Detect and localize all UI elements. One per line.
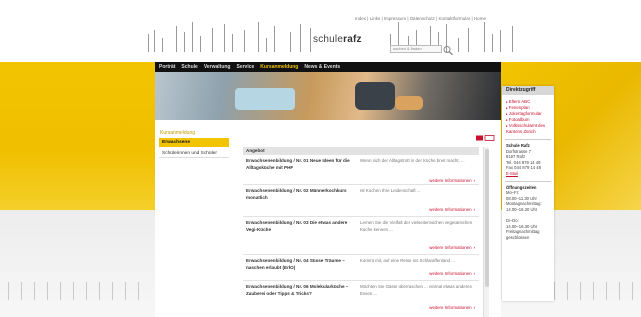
toplink-impressum[interactable]: Impressum (384, 16, 406, 21)
top-links: Index | Links | Impressum | Datenschutz … (355, 16, 486, 21)
course-title[interactable]: Erwachsenenbildung / Nr. 06 Molekularküc… (246, 284, 358, 297)
arrow-right-icon: › (473, 245, 475, 250)
direktzugriff-box: Direktzugriff ▸Eltern ABC ▸Ferienplan ▸J… (502, 86, 554, 301)
course-description: Lernen Sie die Vielfalt der vielseitemsi… (360, 220, 473, 232)
course-title[interactable]: Erwachsenenbildung / Nr. 02 Männerkochku… (246, 188, 358, 201)
pdf-icon[interactable] (484, 135, 495, 141)
more-info-link[interactable]: weitere Informationen › (429, 207, 475, 212)
sidebar-item-erwachsene[interactable]: Erwachsene (159, 138, 229, 147)
search-icon (443, 46, 453, 56)
direktzugriff-heading: Direktzugriff (502, 86, 554, 95)
search-input[interactable]: suchen & finden (390, 45, 442, 53)
table-row: Erwachsenenbildung / Nr. 06 Molekularküc… (243, 281, 479, 317)
toplink-index[interactable]: Index (355, 16, 366, 21)
print-icon[interactable] (476, 135, 483, 141)
arrow-right-icon: › (473, 271, 475, 276)
table-header: Angebot (243, 147, 479, 155)
table-row: Erwachsenenbildung / Nr. 02 Männerkochku… (243, 185, 479, 217)
toplink-home[interactable]: Home (474, 16, 486, 21)
nav-news-events[interactable]: News & Events (304, 64, 340, 70)
more-info-link[interactable]: weitere Informationen › (429, 178, 475, 183)
sidebar-item-schueler[interactable]: Schülerinnen und Schüler (159, 149, 229, 158)
course-title[interactable]: Erwachsenenbildung / Nr. 03 Die etwas an… (246, 220, 358, 233)
more-info-link[interactable]: weitere Informationen › (429, 271, 475, 276)
site-logo[interactable]: schulerafz (313, 34, 362, 45)
nav-schule[interactable]: Schule (181, 64, 197, 70)
content-scrollbar[interactable] (483, 147, 489, 317)
logo-prefix: schule (313, 34, 344, 45)
address-block: Schule Rafz Dorfstrasse 7 8197 Rafz Tel.… (506, 143, 541, 176)
main-navigation: Porträt Schule Verwaltung Service Kursan… (155, 62, 501, 72)
course-description: Möchten Sie Gäste überraschen ... einmal… (360, 284, 472, 296)
toplink-kontakt[interactable]: Kontaktformular (439, 16, 471, 21)
triangle-right-icon: ▸ (506, 118, 508, 122)
link-volksschulamt[interactable]: ▸Volksschulamt des Kantons Zürich (506, 123, 551, 135)
table-row: Erwachsenenbildung / Nr. 04 Süsse Träume… (243, 255, 479, 281)
table-row: Erwachsenenbildung / Nr. 03 Die etwas an… (243, 217, 479, 255)
sidebar-heading: Kursanmeldung (160, 130, 196, 136)
course-description: Kommt mit, auf eine Reise ins Schlaraffe… (360, 258, 455, 263)
opening-hours: Öffnungszeiten Mo–Fr: 08.00–11.30 Uhr Mo… (506, 184, 542, 240)
more-info-link[interactable]: weitere Informationen › (429, 245, 475, 250)
arrow-right-icon: › (473, 305, 475, 310)
triangle-right-icon: ▸ (506, 112, 508, 116)
scrollbar-thumb[interactable] (485, 149, 489, 287)
yellow-band-left (0, 62, 155, 210)
table-row: Erwachsenenbildung / Nr. 01 Neue Ideen f… (243, 155, 479, 185)
arrow-right-icon: › (473, 178, 475, 183)
triangle-right-icon: ▸ (506, 124, 508, 128)
email-link[interactable]: E-Mail (506, 171, 518, 176)
course-title[interactable]: Erwachsenenbildung / Nr. 01 Neue Ideen f… (246, 158, 358, 171)
toplink-links[interactable]: Links (370, 16, 381, 21)
triangle-right-icon: ▸ (506, 100, 508, 104)
nav-verwaltung[interactable]: Verwaltung (204, 64, 231, 70)
nav-kursanmeldung[interactable]: Kursanmeldung (260, 64, 298, 70)
more-info-link[interactable]: weitere Informationen › (429, 305, 475, 310)
course-description: Ist Kochen Ihre Leidenschaft ... (360, 188, 421, 193)
nav-service[interactable]: Service (237, 64, 255, 70)
logo-suffix: rafz (343, 34, 362, 45)
toplink-datenschutz[interactable]: Datenschutz (410, 16, 435, 21)
course-title[interactable]: Erwachsenenbildung / Nr. 04 Süsse Träume… (246, 258, 358, 271)
course-description: Wenn sich der Alltagstrott in der Küche … (360, 158, 465, 163)
triangle-right-icon: ▸ (506, 106, 508, 110)
nav-portraet[interactable]: Porträt (159, 64, 175, 70)
header-photo (155, 72, 501, 120)
arrow-right-icon: › (473, 207, 475, 212)
print-pdf-icons (476, 128, 496, 141)
search-button[interactable] (442, 43, 454, 56)
